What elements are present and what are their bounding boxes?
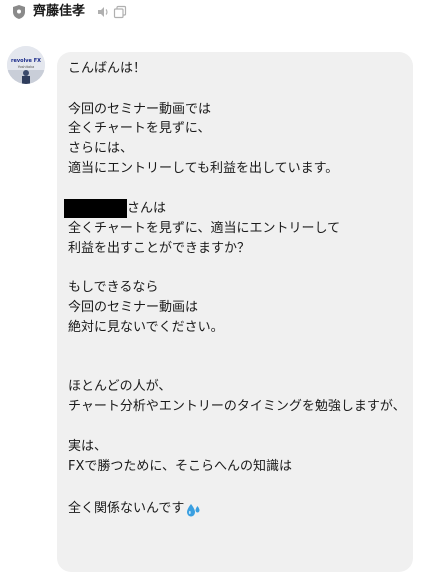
speaker-icon[interactable] [96,5,110,19]
copy-icon[interactable] [113,5,127,19]
droplet-icon [187,504,200,517]
shield-icon [13,5,25,19]
chat-header: 齊藤佳孝 [0,0,426,26]
sender-name[interactable]: 齊藤佳孝 [33,3,85,21]
message-line: 今回のセミナー動画は [68,300,199,315]
message-line: さらには、 [68,141,134,156]
avatar-subtext: Yoshitaka [17,65,35,69]
message-line: 今回のセミナー動画では [68,102,212,117]
message-line: 適当にエントリーしても利益を出しています。 [68,161,339,176]
message-line: ほとんどの人が、 [68,379,172,394]
message-line: こんばんは！ [68,61,147,76]
message-line: 絶対に見ないでください。 [68,320,224,335]
message-line: 実は、 [68,439,108,454]
avatar-logo-text: revolve FX [11,58,41,64]
message-line: もしできるなら [68,280,159,295]
message-line: 全くチャートを見ずに、適当にエントリーして [68,221,341,236]
avatar[interactable]: revolve FX Yoshitaka [7,46,45,84]
message-line: 全く関係ないんです [68,501,185,516]
message-line: 利益を出すことができますか？ [68,241,251,256]
message-line: 全くチャートを見ずに、 [68,121,211,136]
message-line: チャート分析やエントリーのタイミングを勉強しますが、 [68,399,406,414]
message-line: さんは [127,201,167,216]
redacted-name [64,199,127,218]
message-line: FXで勝つために、そこらへんの知識は [68,459,292,474]
